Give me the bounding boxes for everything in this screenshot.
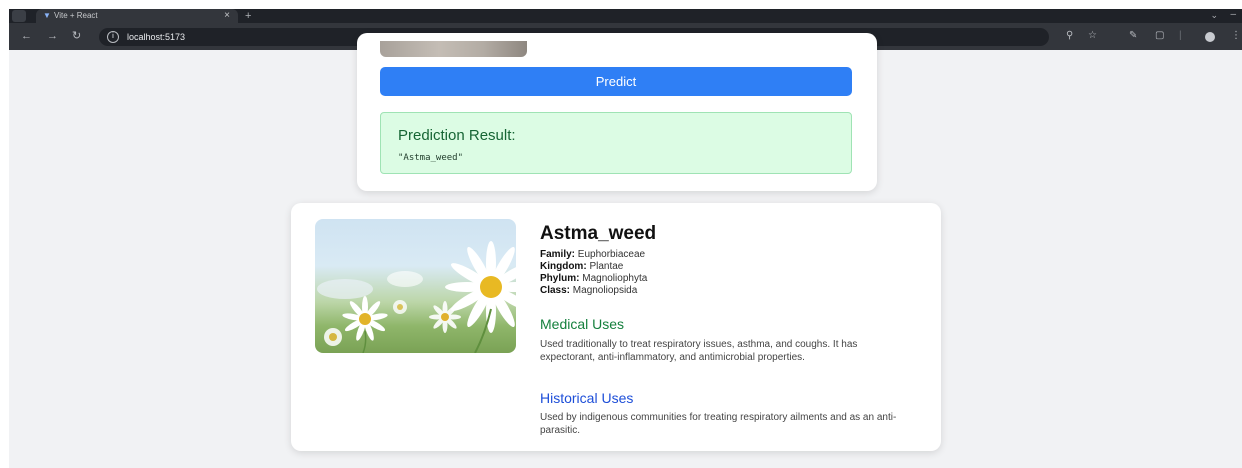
- taxonomy-family-label: Family:: [540, 249, 576, 260]
- taxonomy-class-value: Magnoliopsida: [572, 285, 638, 296]
- medical-uses-text: Used traditionally to treat respiratory …: [540, 339, 858, 363]
- forward-icon[interactable]: →: [47, 29, 58, 43]
- prediction-result-value: "Astma_weed": [398, 153, 464, 163]
- taxonomy-family-value: Euphorbiaceae: [577, 249, 646, 260]
- browser-menu-icon[interactable]: ⋮: [1231, 29, 1241, 43]
- window-minimize-icon[interactable]: –: [1230, 9, 1236, 20]
- zoom-icon[interactable]: ⚲: [1066, 29, 1073, 43]
- tab-strip: ▼ Vite + React × + ⌄ –: [9, 9, 1242, 23]
- back-icon[interactable]: ←: [21, 29, 32, 43]
- predict-button[interactable]: Predict: [380, 67, 852, 96]
- prediction-result-title: Prediction Result:: [398, 127, 516, 144]
- site-info-icon[interactable]: i: [107, 31, 119, 43]
- extensions-puzzle-icon[interactable]: ▢: [1155, 29, 1164, 43]
- extension-pencil-icon[interactable]: ✎: [1129, 29, 1137, 43]
- profile-avatar-icon[interactable]: [1205, 32, 1215, 42]
- taxonomy-phylum: Phylum: Magnoliophyta: [540, 273, 647, 285]
- tab-close-icon[interactable]: ×: [224, 10, 230, 22]
- historical-uses-heading: Historical Uses: [540, 390, 634, 406]
- prediction-result-box: Prediction Result: "Astma_weed": [380, 112, 852, 174]
- new-tab-icon[interactable]: +: [245, 9, 251, 23]
- tab-list-dropdown-icon[interactable]: ⌄: [1210, 10, 1218, 21]
- browser-tab[interactable]: ▼ Vite + React ×: [36, 9, 238, 23]
- taxonomy-family: Family: Euphorbiaceae: [540, 249, 645, 261]
- url-text: localhost:5173: [127, 32, 186, 42]
- bookmark-star-icon[interactable]: ☆: [1088, 29, 1097, 43]
- plant-name-heading: Astma_weed: [540, 223, 657, 244]
- uploaded-image-preview: [380, 41, 527, 57]
- taxonomy-class-label: Class:: [540, 285, 571, 296]
- taxonomy-kingdom-label: Kingdom:: [540, 261, 587, 272]
- reload-icon[interactable]: ↻: [72, 29, 81, 43]
- tab-search-icon[interactable]: [12, 10, 26, 22]
- taxonomy-phylum-value: Magnoliophyta: [582, 273, 648, 284]
- plant-photo: [315, 219, 516, 353]
- taxonomy-kingdom: Kingdom: Plantae: [540, 261, 623, 273]
- tab-title: Vite + React: [54, 11, 98, 20]
- historical-uses-text: Used by indigenous communities for treat…: [540, 412, 897, 436]
- medical-uses-heading: Medical Uses: [540, 316, 625, 332]
- taxonomy-phylum-label: Phylum:: [540, 273, 580, 284]
- taxonomy-class: Class: Magnoliopsida: [540, 285, 637, 297]
- toolbar-divider: |: [1179, 30, 1182, 41]
- taxonomy-kingdom-value: Plantae: [589, 261, 624, 272]
- vite-favicon-icon: ▼: [43, 11, 51, 20]
